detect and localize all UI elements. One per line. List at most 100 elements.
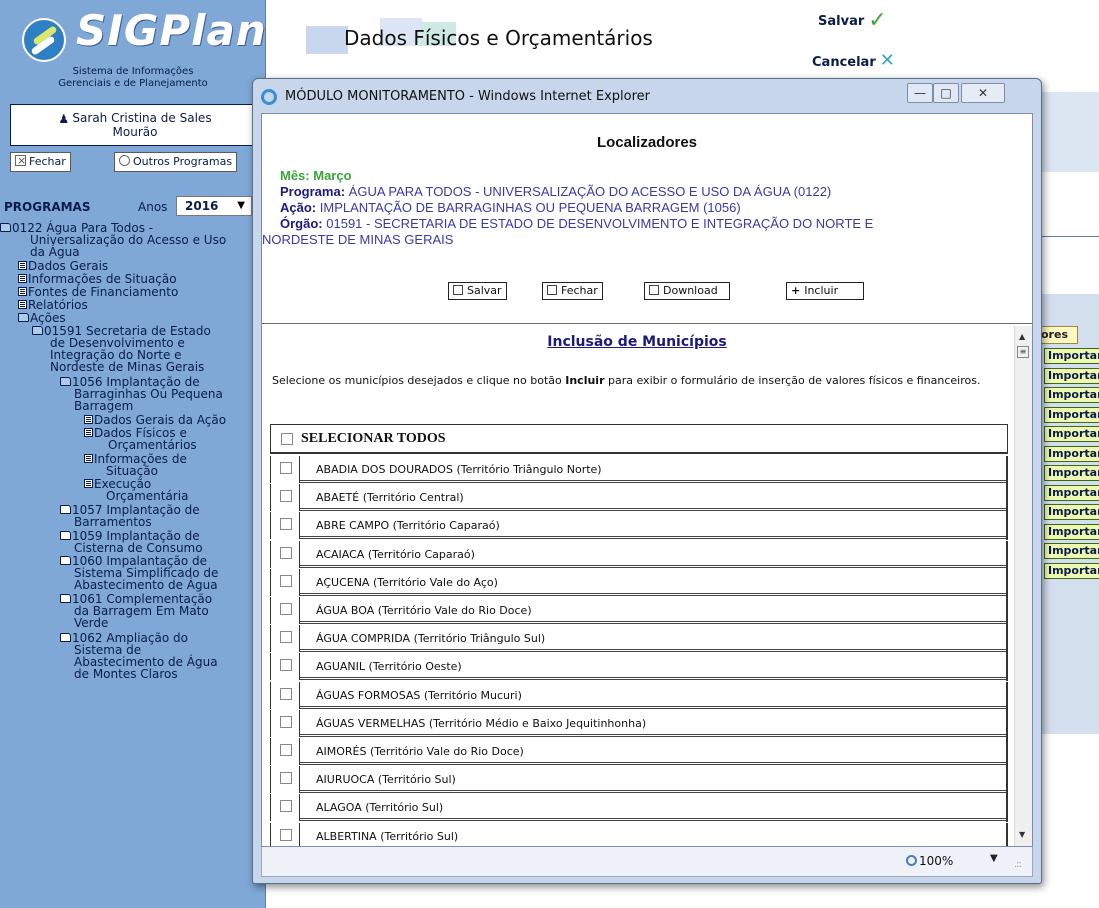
scroll-down-icon[interactable]: ▼ <box>1019 830 1025 839</box>
cancel-link-label: Cancelar <box>812 55 876 70</box>
close-button[interactable]: Fechar <box>10 152 71 172</box>
tree-node-label: Orçamentária <box>106 489 189 504</box>
scroll-up-icon[interactable]: ▲ <box>1019 332 1025 341</box>
zoom-icon <box>906 855 917 866</box>
import-button[interactable]: Importar <box>1044 387 1099 403</box>
municipio-row: AÇUCENA (Território Vale do Aço) <box>270 568 1008 597</box>
tree-node-label: de Montes Claros <box>74 666 178 681</box>
tree-node[interactable]: 1056 Implantação de Barraginhas Ou Pequen… <box>60 376 223 412</box>
tree-node[interactable]: 1059 Implantação de Cisterna de Consumo <box>60 530 203 554</box>
checkbox-cell <box>270 540 300 568</box>
tree-node[interactable]: Execução Orçamentária <box>84 478 188 502</box>
resize-grip-icon[interactable]: .:: <box>1014 859 1022 870</box>
import-button[interactable]: Importar <box>1044 484 1099 501</box>
municipio-checkbox[interactable] <box>280 800 292 813</box>
import-button[interactable]: Importar <box>1044 504 1099 520</box>
tree-node[interactable]: Informações de Situação <box>18 273 177 285</box>
municipio-checkbox[interactable] <box>280 574 292 587</box>
import-button[interactable]: Importar <box>1044 543 1099 559</box>
close-popup-button[interactable]: Fechar <box>542 282 603 300</box>
mes-label: Mês: <box>280 168 310 183</box>
municipio-checkbox[interactable] <box>280 772 292 785</box>
description-text: para exibir o formulário de inserção de … <box>604 374 981 387</box>
programa-line: Programa: ÁGUA PARA TODOS - UNIVERSALIZA… <box>280 184 831 199</box>
select-all-checkbox[interactable] <box>281 433 293 445</box>
tree-node-label: Verde <box>74 616 109 631</box>
other-programs-button[interactable]: Outros Programas <box>114 152 238 172</box>
doc-icon <box>84 479 93 489</box>
background-divider <box>1040 236 1099 237</box>
chevron-down-icon[interactable]: ▼ <box>990 853 998 864</box>
import-button[interactable]: Importar <box>1044 562 1099 579</box>
minimize-button[interactable]: — <box>907 83 933 103</box>
municipio-row: ÁGUAS VERMELHAS (Território Médio e Baix… <box>270 709 1008 738</box>
folder-closed-icon <box>60 632 71 642</box>
tree-node-label: da Água <box>30 245 80 259</box>
select-all-label: SELECIONAR TODOS <box>301 431 446 446</box>
row-divider <box>300 592 1008 596</box>
tree-node[interactable]: Dados Físicos e Orçamentários <box>84 427 197 451</box>
tree-node-label: Situação <box>106 463 158 478</box>
save-button[interactable]: Salvar <box>448 282 507 300</box>
scrollbar[interactable]: ▲ ≡ ▼ <box>1014 326 1032 846</box>
municipio-checkbox[interactable] <box>280 659 292 672</box>
sigplan-logo: SIGPlan Sistema de Informações Gerenciai… <box>0 0 266 100</box>
doc-icon <box>18 274 27 284</box>
municipio-checkbox[interactable] <box>280 715 292 728</box>
save-link[interactable]: Salvar ✓ <box>818 8 887 33</box>
programa-label: Programa: <box>280 184 346 199</box>
import-button[interactable]: Importar <box>1044 367 1099 384</box>
tree-node[interactable]: Informações de Situação <box>84 453 187 477</box>
localizadores-title: Localizadores <box>596 134 698 151</box>
municipio-label: AGUANIL (Território Oeste) <box>316 660 462 674</box>
import-button[interactable]: Importar <box>1044 348 1099 364</box>
municipio-label: AIMORÉS (Território Vale do Rio Doce) <box>316 745 524 758</box>
window-close-button[interactable]: ✕ <box>961 83 1005 103</box>
municipio-checkbox[interactable] <box>280 603 292 615</box>
tree-node[interactable]: Fontes de Financiamento <box>18 286 178 298</box>
download-icon <box>649 285 659 295</box>
tree-node[interactable]: Ações <box>18 312 66 324</box>
tree-node[interactable]: Dados Gerais da Ação <box>84 414 226 426</box>
municipio-checkbox[interactable] <box>280 631 292 644</box>
row-border <box>1006 766 1008 795</box>
row-divider <box>300 649 1008 653</box>
import-button[interactable]: Importar <box>1044 465 1099 481</box>
tree-node[interactable]: 1057 Implantação de Barramentos <box>60 504 200 528</box>
tree-node[interactable]: 1062 Ampliação do Sistema de Abastecimento… <box>60 632 218 680</box>
include-button[interactable]: + Incluir <box>786 282 864 300</box>
year-select[interactable]: 2016 ▼ <box>176 196 252 216</box>
tree-node[interactable]: 01591 Secretaria de Estado de Desenvolvim… <box>32 325 211 373</box>
cancel-link[interactable]: Cancelar ✕ <box>812 50 895 71</box>
municipio-checkbox[interactable] <box>280 462 292 474</box>
list-view-icon[interactable]: ≡ <box>1017 346 1029 358</box>
import-button[interactable]: Importar <box>1044 445 1099 462</box>
search-icon <box>119 155 130 166</box>
maximize-button[interactable]: □ <box>933 83 959 103</box>
municipio-checkbox[interactable] <box>280 546 292 559</box>
user-icon: ♟ <box>58 112 70 126</box>
checkbox-cell <box>270 738 300 765</box>
municipio-checkbox[interactable] <box>280 687 292 700</box>
municipio-checkbox[interactable] <box>280 490 292 503</box>
municipio-checkbox[interactable] <box>280 744 292 756</box>
tree-node[interactable]: 0122 Água Para Todos - Universalização do… <box>0 222 226 258</box>
municipio-checkbox[interactable] <box>280 518 292 531</box>
municipio-checkbox[interactable] <box>280 828 292 841</box>
user-box: ♟ Sarah Cristina de Sales Mourão <box>10 104 260 146</box>
zoom-level[interactable]: 100% <box>906 854 953 868</box>
import-button[interactable]: Importar <box>1044 406 1099 423</box>
tree-node[interactable]: Relatórios <box>18 299 88 311</box>
download-button[interactable]: Download <box>644 282 730 300</box>
tree-node[interactable]: 1060 Impalantação de Sistema Simplificado… <box>60 555 218 591</box>
app-root: SIGPlan Sistema de Informações Gerenciai… <box>0 0 1099 908</box>
ie-titlebar[interactable]: MÓDULO MONITORAMENTO - Windows Internet … <box>253 79 1041 113</box>
tree-node[interactable]: Dados Gerais <box>18 260 108 272</box>
municipio-label: ABAETÉ (Território Central) <box>316 491 464 505</box>
import-button[interactable]: Importar <box>1044 426 1099 442</box>
import-button[interactable]: Importar <box>1044 523 1099 540</box>
folder-open-icon <box>0 223 11 232</box>
municipio-label: ÁGUA COMPRIDA (Território Triângulo Sul) <box>316 632 546 646</box>
background-column-header: ores <box>1038 326 1078 344</box>
tree-node[interactable]: 1061 Complementação da Barragem Em Mato Ve… <box>60 593 212 629</box>
